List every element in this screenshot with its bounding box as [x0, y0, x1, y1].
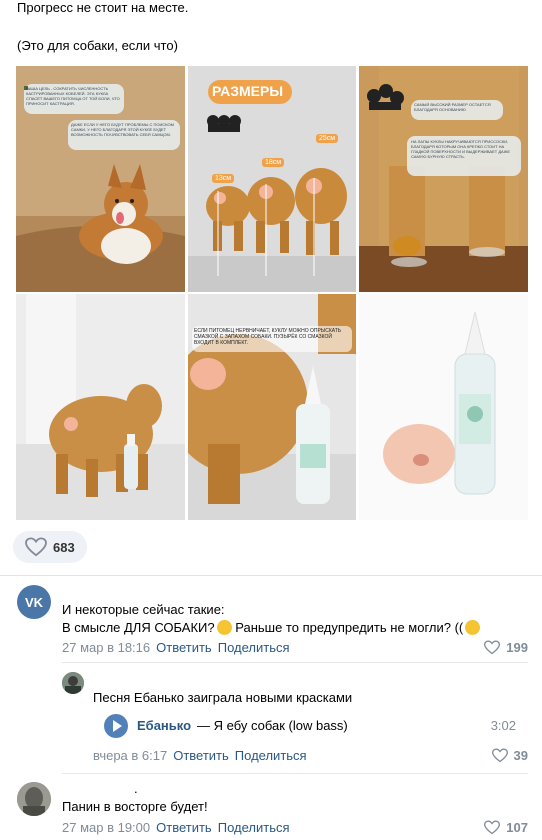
audio-artist[interactable]: Ебанько [137, 718, 191, 733]
comment2-text: Песня Ебанько заиграла новыми красками [93, 690, 353, 705]
photo-doll-room[interactable] [16, 294, 185, 520]
comment1-date[interactable]: 27 мар в 18:16 [62, 640, 150, 655]
comment1-line2: В смысле ДЛЯ СОБАКИ? Раньше то предупред… [62, 619, 481, 637]
vk-avatar[interactable]: VK [17, 585, 51, 619]
comment2-meta: вчера в 6:17 Ответить Поделиться [93, 748, 307, 763]
comment3-meta: 27 мар в 19:00 Ответить Поделиться [62, 820, 290, 835]
heart-icon [484, 640, 501, 655]
comment3-author-name[interactable]: . [134, 780, 138, 798]
comment1-like-count: 199 [506, 640, 528, 655]
comment1-like-button[interactable]: 199 [484, 640, 528, 655]
heart-icon [25, 537, 47, 557]
audio-title: — Я ебу собак (low bass) [197, 718, 348, 733]
size-label-18: 18см [262, 158, 285, 167]
audio-duration: 3:02 [490, 718, 516, 733]
comment2-reply-link[interactable]: Ответить [173, 748, 229, 763]
corgi-banner-text: НАША ЦЕЛЬ - СОКРАТИТЬ ЧИСЛЕННОСТЬ КАСТРИ… [26, 86, 120, 106]
comment3-like-count: 107 [506, 820, 528, 835]
thinking-emoji-icon [465, 620, 481, 635]
photo-gallery: НАША ЦЕЛЬ - СОКРАТИТЬ ЧИСЛЕННОСТЬ КАСТРИ… [16, 66, 528, 520]
comment2-date[interactable]: вчера в 6:17 [93, 748, 167, 763]
photo-corgi[interactable]: НАША ЦЕЛЬ - СОКРАТИТЬ ЧИСЛЕННОСТЬ КАСТРИ… [16, 66, 185, 292]
photo-legs[interactable]: САМЫЙ ВЫСОКИЙ РАЗМЕР ОСТАЕТСЯ БЛАГОДАРЯ … [359, 66, 528, 292]
photo-product[interactable] [359, 294, 528, 520]
comment3-share-link[interactable]: Поделиться [218, 820, 290, 835]
comment1-reply-link[interactable]: Ответить [156, 640, 212, 655]
divider [0, 575, 542, 576]
photo-doll-lube[interactable]: ЕСЛИ ПИТОМЕЦ НЕРВНИЧАЕТ, КУКЛУ МОЖНО ОПР… [188, 294, 356, 520]
legs-banner-2: НА ЛАПЫ КУКЛЫ НАКРУЧИВАЮТСЯ ПРИССОСКИ, Б… [411, 139, 511, 159]
user-avatar[interactable] [62, 672, 84, 694]
size-label-13: 13см [212, 174, 235, 183]
user-avatar[interactable] [17, 782, 51, 816]
legs-banner-1: САМЫЙ ВЫСОКИЙ РАЗМЕР ОСТАЕТСЯ БЛАГОДАРЯ … [414, 102, 491, 112]
divider [62, 662, 528, 663]
divider [62, 773, 528, 774]
post-text-line1: Прогресс не стоит на месте. [17, 0, 189, 15]
vk-logo-icon: VK [25, 595, 44, 610]
post-text-line2: (Это для собаки, если что) [17, 38, 178, 53]
comment3-like-button[interactable]: 107 [484, 820, 528, 835]
post-like-count: 683 [53, 539, 75, 555]
play-button[interactable] [104, 714, 128, 738]
comment2-like-button[interactable]: 39 [491, 748, 528, 763]
size-label-25: 25см [316, 134, 339, 143]
sizes-heading: РАЗМЕРЫ [212, 83, 284, 99]
comment3-text: Панин в восторге будет! [62, 799, 208, 814]
comment3-reply-link[interactable]: Ответить [156, 820, 212, 835]
svg-text:VK: VK [25, 595, 44, 610]
photo-sizes[interactable]: РАЗМЕРЫ 13см 18см 25см [188, 66, 356, 292]
audio-attachment[interactable]: Ебанько — Я ебу собак (low bass) 3:02 [104, 714, 524, 738]
corgi-banner-text-2: ДАЖЕ ЕСЛИ У НЕГО БУДУТ ПРОБЛЕМЫ С ПОИСКО… [71, 122, 174, 137]
comment3-date[interactable]: 27 мар в 19:00 [62, 820, 150, 835]
post-like-button[interactable]: 683 [13, 531, 87, 563]
comment1-share-link[interactable]: Поделиться [218, 640, 290, 655]
heart-icon [484, 820, 501, 835]
comment1-meta: 27 мар в 18:16 Ответить Поделиться [62, 640, 290, 655]
scared-emoji-icon [216, 620, 232, 635]
lube-banner: ЕСЛИ ПИТОМЕЦ НЕРВНИЧАЕТ, КУКЛУ МОЖНО ОПР… [194, 328, 342, 346]
comment2-like-count: 39 [513, 748, 528, 763]
heart-icon [491, 748, 508, 763]
comment2-share-link[interactable]: Поделиться [235, 748, 307, 763]
comment1-line1: И некоторые сейчас такие: [62, 602, 225, 617]
